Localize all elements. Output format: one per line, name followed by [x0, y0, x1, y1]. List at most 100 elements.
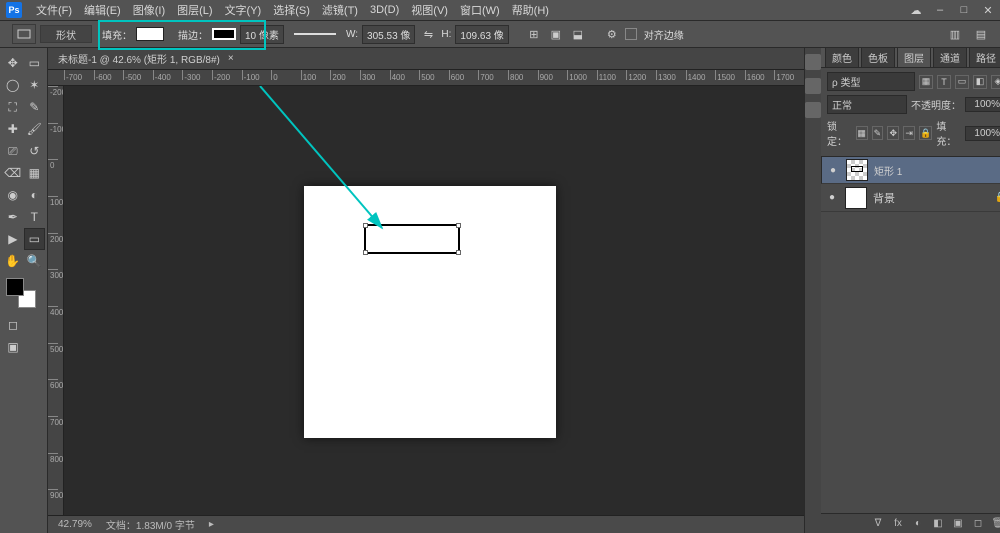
document-tab-close[interactable]: × — [228, 53, 234, 64]
tab-paths[interactable]: 路径 — [969, 47, 1000, 67]
maximize-button[interactable]: □ — [952, 4, 976, 17]
new-layer-icon[interactable]: ◻ — [971, 517, 985, 531]
menu-filter[interactable]: 滤镜(T) — [316, 2, 364, 18]
kind-filter-5[interactable]: ◈ — [991, 75, 1000, 89]
tab-channels[interactable]: 通道 — [933, 47, 967, 67]
width-field[interactable]: 305.53 像 — [362, 25, 415, 44]
kind-filter-2[interactable]: T — [937, 75, 951, 89]
eraser-tool[interactable]: ⌫ — [2, 162, 24, 184]
visibility-toggle[interactable]: ● — [825, 192, 839, 203]
trash-icon[interactable]: 🗑 — [991, 517, 1000, 531]
adjustment-icon[interactable]: ◧ — [931, 517, 945, 531]
menu-view[interactable]: 视图(V) — [405, 2, 454, 18]
healing-tool[interactable]: ✚ — [2, 118, 24, 140]
shape-mode-dropdown[interactable]: 形状 — [40, 25, 92, 43]
blend-mode-dropdown[interactable]: 正常 — [827, 95, 907, 114]
layer-kind-dropdown[interactable]: ρ 类型 — [827, 72, 915, 91]
height-field[interactable]: 109.63 像 — [455, 25, 508, 44]
rectangle-tool[interactable]: ▭ — [24, 228, 45, 250]
brush-tool[interactable]: 🖌 — [24, 118, 46, 140]
tab-layers[interactable]: 图层 — [897, 47, 931, 67]
lock-position[interactable]: ✎ — [872, 126, 884, 140]
zoom-tool[interactable]: 🔍 — [24, 250, 46, 272]
layer-name[interactable]: 背景 — [873, 190, 895, 206]
cloud-icon[interactable]: ☁ — [904, 4, 928, 17]
path-op-icon-3[interactable]: ⬓ — [569, 25, 587, 43]
foreground-background-swatch[interactable] — [6, 278, 36, 308]
menu-3d[interactable]: 3D(D) — [364, 4, 405, 16]
menu-file[interactable]: 文件(F) — [30, 2, 78, 18]
eyedropper-tool[interactable]: ✎ — [24, 96, 46, 118]
quickmask-toggle[interactable]: ◻ — [2, 314, 24, 336]
hand-tool[interactable]: ✋ — [2, 250, 24, 272]
gradient-tool[interactable]: ▦ — [24, 162, 46, 184]
layer-thumbnail[interactable] — [846, 159, 868, 181]
zoom-level[interactable]: 42.79% — [58, 519, 92, 530]
fill-opacity-value[interactable]: 100% — [965, 126, 1000, 141]
menu-edit[interactable]: 编辑(E) — [78, 2, 127, 18]
layer-name[interactable]: 矩形 1 — [874, 163, 902, 178]
stroke-swatch[interactable] — [212, 28, 236, 40]
lock-pixels[interactable]: ▦ — [856, 126, 868, 140]
ruler-vertical[interactable]: -200-10001002003004005006007008009001000 — [48, 86, 64, 515]
layer-row[interactable]: ● 背景 🔒 — [821, 184, 1000, 212]
dodge-tool[interactable]: ◐ — [24, 184, 46, 206]
panel-toggle-icon-1[interactable]: ▥ — [946, 25, 964, 43]
dock-icon-3[interactable] — [805, 102, 821, 118]
artboard-tool[interactable]: ▭ — [24, 52, 46, 74]
menu-help[interactable]: 帮助(H) — [506, 2, 555, 18]
path-select-tool[interactable]: ▶ — [2, 228, 24, 250]
stroke-width-field[interactable]: 10 像素 — [240, 25, 284, 44]
link-dimensions-icon[interactable]: ⇋ — [419, 25, 437, 43]
lock-all[interactable]: 🔒 — [919, 126, 932, 140]
visibility-toggle[interactable]: ● — [826, 165, 840, 176]
tab-swatches[interactable]: 色板 — [861, 47, 895, 67]
panel-toggle-icon-2[interactable]: ▤ — [972, 25, 990, 43]
ruler-horizontal[interactable]: -700-600-500-400-300-200-100010020030040… — [48, 70, 804, 86]
lock-artboard[interactable]: ⇥ — [903, 126, 915, 140]
gear-icon[interactable]: ⚙ — [603, 25, 621, 43]
layer-row[interactable]: ● 矩形 1 — [821, 156, 1000, 184]
pen-tool[interactable]: ✒ — [2, 206, 24, 228]
close-button[interactable]: ✕ — [976, 4, 1000, 17]
kind-filter-3[interactable]: ▭ — [955, 75, 969, 89]
lasso-tool[interactable]: ◯ — [2, 74, 24, 96]
menu-type[interactable]: 文字(Y) — [219, 2, 268, 18]
dock-icon-1[interactable] — [805, 54, 821, 70]
opacity-value[interactable]: 100% — [965, 97, 1000, 112]
kind-filter-1[interactable]: ▦ — [919, 75, 933, 89]
stamp-tool[interactable]: ⎚ — [2, 140, 24, 162]
fill-swatch[interactable] — [136, 27, 164, 41]
kind-filter-4[interactable]: ◧ — [973, 75, 987, 89]
status-chevron-icon[interactable]: ▸ — [209, 519, 214, 530]
group-icon[interactable]: ▣ — [951, 517, 965, 531]
blur-tool[interactable]: ◉ — [2, 184, 24, 206]
screenmode-toggle[interactable]: ▣ — [2, 336, 24, 358]
document-tab[interactable]: 未标题-1 @ 42.6% (矩形 1, RGB/8#) × — [48, 48, 804, 70]
align-edges-checkbox[interactable] — [625, 28, 637, 40]
minimize-button[interactable]: – — [928, 4, 952, 17]
fx-icon[interactable]: fx — [891, 517, 905, 531]
layer-thumbnail[interactable] — [845, 187, 867, 209]
shape-tool-icon[interactable] — [12, 24, 36, 44]
rectangle-shape[interactable] — [364, 224, 460, 254]
lock-move[interactable]: ✥ — [887, 126, 899, 140]
path-op-icon-2[interactable]: ▣ — [547, 25, 565, 43]
path-op-icon-1[interactable]: ⊞ — [525, 25, 543, 43]
menu-select[interactable]: 选择(S) — [267, 2, 316, 18]
menu-window[interactable]: 窗口(W) — [454, 2, 506, 18]
mask-icon[interactable]: ◐ — [911, 517, 925, 531]
link-layers-icon[interactable]: ᐁ — [871, 517, 885, 531]
magic-wand-tool[interactable]: ✶ — [24, 74, 46, 96]
canvas-area[interactable] — [64, 86, 804, 515]
dock-icon-2[interactable] — [805, 78, 821, 94]
stroke-style-line[interactable] — [294, 33, 336, 35]
menu-layer[interactable]: 图层(L) — [171, 2, 218, 18]
doc-info[interactable]: 文档：1.83M/0 字节 — [106, 517, 195, 532]
history-brush-tool[interactable]: ↺ — [24, 140, 46, 162]
move-tool[interactable]: ✥ — [2, 52, 24, 74]
type-tool[interactable]: T — [24, 206, 46, 228]
menu-image[interactable]: 图像(I) — [127, 2, 171, 18]
tab-color[interactable]: 颜色 — [825, 47, 859, 67]
crop-tool[interactable]: ⛶ — [2, 96, 24, 118]
